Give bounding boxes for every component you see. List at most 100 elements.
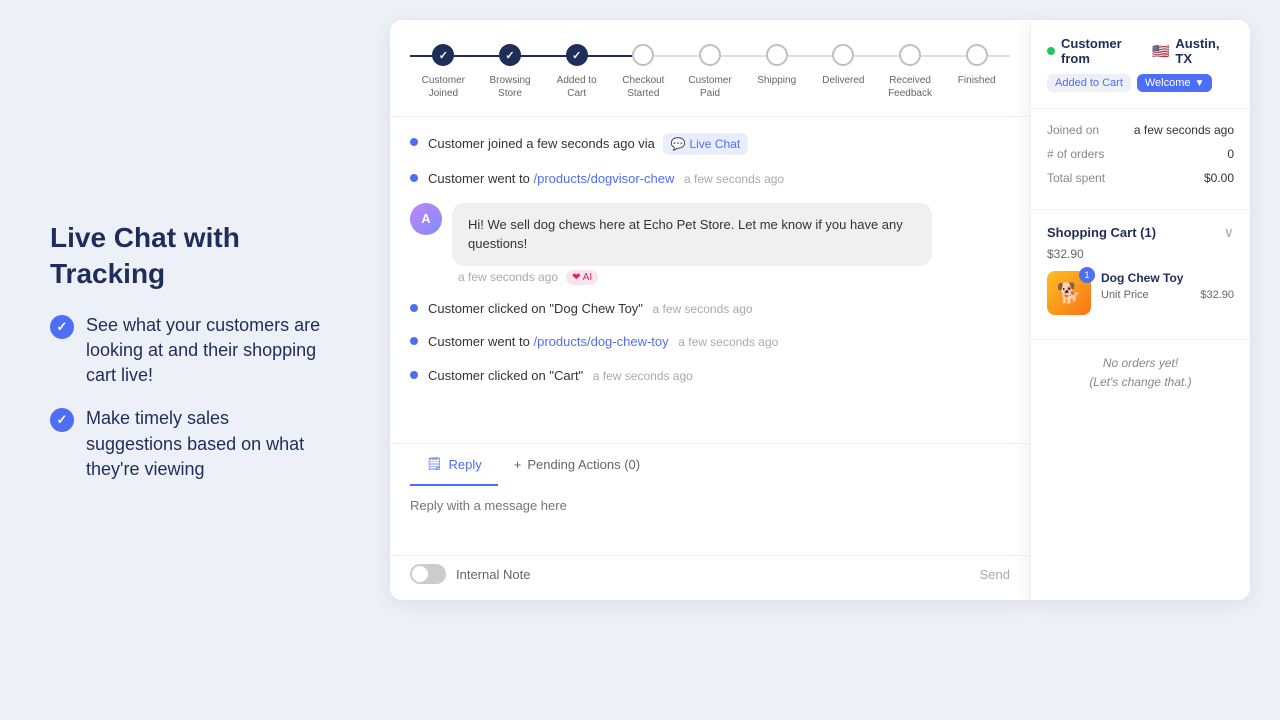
step-label-9: Finished <box>958 74 996 87</box>
info-spent: Total spent $0.00 <box>1047 171 1234 185</box>
no-orders-line2: (Let's change that.) <box>1047 373 1234 392</box>
event-dot-4 <box>410 337 418 345</box>
event-text-went-1: Customer went to /products/dogvisor-chew… <box>428 169 784 189</box>
message-meta-1: a few seconds ago ❤ AI <box>452 270 932 285</box>
event-time-3: a few seconds ago <box>653 302 753 316</box>
cart-section: Shopping Cart (1) ∨ $32.90 🐕 1 Dog Chew … <box>1031 210 1250 340</box>
step-added-to-cart: Added toCart <box>543 44 610 100</box>
event-dot-5 <box>410 371 418 379</box>
feature-item-1: See what your customers are looking at a… <box>50 313 330 389</box>
cart-total: $32.90 <box>1047 247 1234 261</box>
steps-row: CustomerJoined BrowsingStore Added toCar… <box>410 44 1010 100</box>
message-text-1: Hi! We sell dog chews here at Echo Pet S… <box>468 217 903 252</box>
step-customer-joined: CustomerJoined <box>410 44 477 100</box>
cart-item-1: 🐕 1 Dog Chew Toy Unit Price $32.90 <box>1047 261 1234 325</box>
product-details: Dog Chew Toy Unit Price $32.90 <box>1101 271 1234 301</box>
progress-bar: CustomerJoined BrowsingStore Added toCar… <box>390 20 1030 117</box>
chat-input-area <box>390 486 1030 555</box>
chat-panel: CustomerJoined BrowsingStore Added toCar… <box>390 20 1030 600</box>
step-label-2: BrowsingStore <box>489 74 530 100</box>
tab-pending-actions[interactable]: + Pending Actions (0) <box>498 444 656 486</box>
online-indicator <box>1047 47 1055 55</box>
left-panel: Live Chat with Tracking See what your cu… <box>0 180 380 540</box>
internal-note-toggle[interactable] <box>410 564 446 584</box>
reply-tab-label: Reply <box>449 457 482 472</box>
cart-title: Shopping Cart (1) <box>1047 225 1156 240</box>
send-button[interactable]: Send <box>980 567 1010 582</box>
event-went-to-2: Customer went to /products/dog-chew-toy … <box>410 332 1010 352</box>
event-time-5: a few seconds ago <box>593 369 693 383</box>
joined-value: a few seconds ago <box>1134 123 1234 137</box>
customer-title: Customer from 🇺🇸 Austin, TX <box>1047 36 1234 66</box>
step-circle-4 <box>632 44 654 66</box>
customer-badges: Added to Cart Welcome ▼ <box>1047 74 1212 92</box>
customer-header: Customer from 🇺🇸 Austin, TX Added to Car… <box>1031 20 1250 109</box>
ai-badge: ❤ AI <box>566 270 598 285</box>
check-icon-1 <box>50 315 74 339</box>
step-browsing-store: BrowsingStore <box>477 44 544 100</box>
step-checkout-started: CheckoutStarted <box>610 44 677 100</box>
customer-location: Austin, TX <box>1175 36 1234 66</box>
step-finished: Finished <box>943 44 1010 87</box>
message-time-1: a few seconds ago <box>458 270 558 284</box>
orders-section: No orders yet! (Let's change that.) <box>1031 340 1250 406</box>
customer-info: Joined on a few seconds ago # of orders … <box>1031 109 1250 210</box>
chat-messages[interactable]: Customer joined a few seconds ago via 💬 … <box>390 117 1030 443</box>
chevron-down-icon: ▼ <box>1195 78 1205 89</box>
step-circle-6 <box>766 44 788 66</box>
step-label-3: Added toCart <box>557 74 597 100</box>
step-shipping: Shipping <box>743 44 810 87</box>
product-thumbnail: 🐕 1 <box>1047 271 1091 315</box>
event-dot-3 <box>410 304 418 312</box>
info-joined: Joined on a few seconds ago <box>1047 123 1234 137</box>
step-circle-2 <box>499 44 521 66</box>
tab-reply[interactable]: 🗒 Reply <box>410 444 498 486</box>
step-label-4: CheckoutStarted <box>622 74 664 100</box>
event-text-joined: Customer joined a few seconds ago via 💬 … <box>428 133 748 155</box>
event-clicked-toy: Customer clicked on "Dog Chew Toy" a few… <box>410 299 1010 319</box>
chat-footer: Internal Note Send <box>390 555 1030 600</box>
spent-value: $0.00 <box>1204 171 1234 185</box>
internal-note-toggle-container: Internal Note <box>410 564 530 584</box>
event-text-clicked-toy: Customer clicked on "Dog Chew Toy" a few… <box>428 299 753 319</box>
reply-input[interactable] <box>410 498 1010 538</box>
flag-icon: 🇺🇸 <box>1152 43 1169 60</box>
pending-tab-label: Pending Actions (0) <box>527 457 640 472</box>
main-area: CustomerJoined BrowsingStore Added toCar… <box>380 0 1280 720</box>
no-orders-text: No orders yet! (Let's change that.) <box>1047 354 1234 392</box>
step-label-6: Shipping <box>757 74 796 87</box>
livechat-label: Live Chat <box>689 135 740 153</box>
feature-list: See what your customers are looking at a… <box>50 313 330 482</box>
event-text-went-2: Customer went to /products/dog-chew-toy … <box>428 332 778 352</box>
feature-text-2: Make timely sales suggestions based on w… <box>86 406 330 482</box>
step-circle-9 <box>966 44 988 66</box>
right-panel: Customer from 🇺🇸 Austin, TX Added to Car… <box>1030 20 1250 600</box>
feature-text-1: See what your customers are looking at a… <box>86 313 330 389</box>
event-time-2: a few seconds ago <box>684 172 784 186</box>
message-row-1: A Hi! We sell dog chews here at Echo Pet… <box>410 203 1010 285</box>
event-dot-1 <box>410 138 418 146</box>
step-circle-5 <box>699 44 721 66</box>
step-label-1: CustomerJoined <box>422 74 465 100</box>
link-dog-chew-toy[interactable]: /products/dog-chew-toy <box>534 334 669 349</box>
chat-tabs: 🗒 Reply + Pending Actions (0) <box>390 443 1030 486</box>
product-price-row: Unit Price $32.90 <box>1101 289 1234 301</box>
reply-icon: 🗒 <box>426 456 443 472</box>
internal-note-label: Internal Note <box>456 567 530 582</box>
cart-chevron-icon[interactable]: ∨ <box>1224 224 1234 241</box>
link-dogvisor[interactable]: /products/dogvisor-chew <box>534 171 675 186</box>
no-orders-line1: No orders yet! <box>1047 354 1234 373</box>
check-icon-2 <box>50 408 74 432</box>
joined-label: Joined on <box>1047 123 1099 137</box>
event-went-to-1: Customer went to /products/dogvisor-chew… <box>410 169 1010 189</box>
step-circle-7 <box>832 44 854 66</box>
event-time-4: a few seconds ago <box>678 335 778 349</box>
welcome-label: Welcome <box>1145 77 1191 89</box>
step-customer-paid: CustomerPaid <box>677 44 744 100</box>
product-quantity-badge: 1 <box>1079 267 1095 283</box>
step-circle-8 <box>899 44 921 66</box>
unit-price-value: $32.90 <box>1200 289 1234 301</box>
spent-label: Total spent <box>1047 171 1105 185</box>
event-text-clicked-cart: Customer clicked on "Cart" a few seconds… <box>428 366 693 386</box>
step-circle-1 <box>432 44 454 66</box>
